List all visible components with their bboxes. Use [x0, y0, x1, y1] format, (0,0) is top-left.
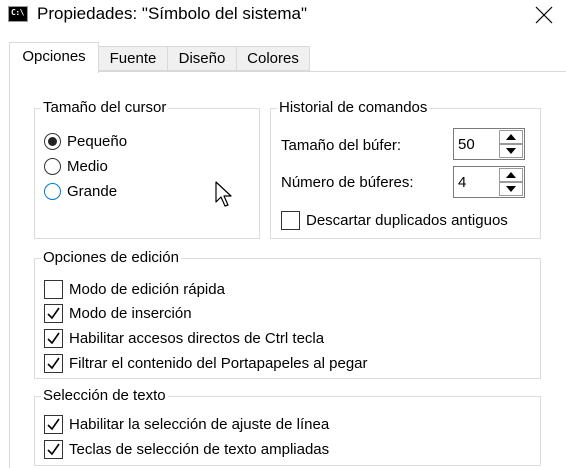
- tab-diseno[interactable]: Diseño: [167, 46, 237, 71]
- tab-colores[interactable]: Colores: [236, 46, 310, 71]
- checkmark-icon: [47, 332, 60, 345]
- filter-clipboard-label: Filtrar el contenido del Portapapeles al…: [69, 355, 368, 372]
- checkmark-icon: [47, 357, 60, 370]
- radio-button-selected[interactable]: [44, 133, 61, 150]
- close-button[interactable]: [520, 0, 566, 30]
- extended-selection-keys-label: Teclas de selección de texto ampliadas: [69, 441, 330, 458]
- checkbox-checked[interactable]: [44, 304, 63, 323]
- arrow-up-icon: [506, 134, 516, 140]
- command-history-legend: Historial de comandos: [277, 98, 430, 118]
- buffer-size-stepper[interactable]: [453, 128, 525, 160]
- checkbox-checked[interactable]: [44, 329, 63, 348]
- text-selection-legend: Selección de texto: [41, 386, 168, 406]
- quick-edit-label: Modo de edición rápida: [69, 281, 225, 298]
- checkmark-icon: [47, 443, 60, 456]
- radio-button-focused[interactable]: [44, 183, 61, 200]
- edit-options-legend: Opciones de edición: [41, 248, 181, 268]
- insert-mode-label: Modo de inserción: [69, 305, 192, 322]
- buffer-count-down-button[interactable]: [499, 182, 523, 196]
- radio-button[interactable]: [44, 158, 61, 175]
- arrow-down-icon: [506, 148, 516, 154]
- line-wrap-selection-label: Habilitar la selección de ajuste de líne…: [69, 416, 330, 433]
- radio-medio-label: Medio: [67, 158, 108, 175]
- window-title: Propiedades: "Símbolo del sistema": [37, 4, 308, 23]
- console-icon-text: C:\: [11, 8, 24, 17]
- checkbox-unchecked[interactable]: [281, 211, 300, 230]
- buffer-count-stepper[interactable]: [453, 166, 525, 198]
- buffer-count-label: Número de búferes:: [281, 174, 414, 191]
- checkbox-checked[interactable]: [44, 354, 63, 373]
- tab-fuente[interactable]: Fuente: [98, 46, 168, 71]
- checkbox-unchecked[interactable]: [44, 280, 63, 299]
- checkmark-icon: [47, 418, 60, 431]
- buffer-size-label: Tamaño del búfer:: [281, 137, 402, 154]
- close-icon: [535, 6, 553, 24]
- buffer-size-input[interactable]: [456, 132, 498, 156]
- arrow-up-icon: [506, 172, 516, 178]
- arrow-down-icon: [506, 186, 516, 192]
- radio-pequeno-label: Pequeño: [67, 133, 128, 150]
- checkmark-icon: [47, 307, 60, 320]
- radio-grande-label: Grande: [67, 183, 118, 200]
- buffer-count-up-button[interactable]: [499, 168, 523, 182]
- ctrl-shortcuts-label: Habilitar accesos directos de Ctrl tecla: [69, 330, 325, 347]
- checkbox-checked[interactable]: [44, 440, 63, 459]
- tab-opciones[interactable]: Opciones: [9, 42, 99, 73]
- buffer-count-input[interactable]: [456, 170, 498, 194]
- cursor-size-legend: Tamaño del cursor: [41, 98, 169, 118]
- mouse-pointer-icon: [215, 181, 232, 207]
- buffer-size-down-button[interactable]: [499, 144, 523, 158]
- console-icon: C:\: [8, 6, 28, 22]
- title-bar: C:\ Propiedades: "Símbolo del sistema": [0, 0, 566, 30]
- discard-duplicates-label: Descartar duplicados antiguos: [306, 212, 508, 229]
- checkbox-checked[interactable]: [44, 415, 63, 434]
- buffer-size-up-button[interactable]: [499, 130, 523, 144]
